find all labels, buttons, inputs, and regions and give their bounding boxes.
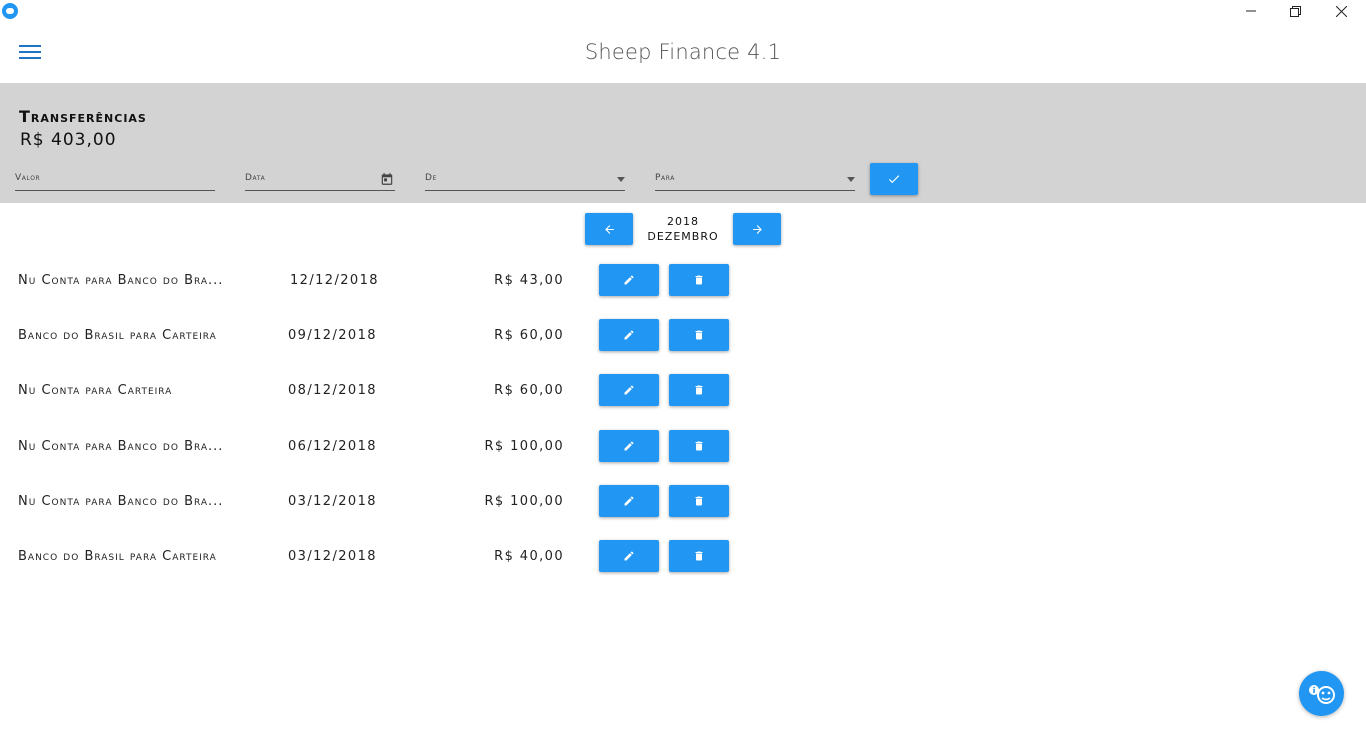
edit-button[interactable]: [599, 264, 659, 296]
chevron-down-icon: [847, 177, 855, 182]
minimize-icon: [1246, 10, 1256, 12]
date-label: Data: [245, 173, 266, 183]
app-title: Sheep Finance 4.1: [584, 40, 782, 64]
transfer-description: Banco do Brasil para Carteira: [18, 328, 217, 343]
app-logo-icon: [2, 3, 18, 19]
pencil-icon: [624, 441, 634, 451]
arrow-right-icon: [752, 224, 762, 234]
total-amount: R$ 403,00: [20, 130, 117, 150]
trash-icon: [695, 551, 703, 561]
next-month-button[interactable]: [733, 213, 781, 245]
transfer-date: 06/12/2018: [288, 439, 377, 454]
trash-icon: [695, 496, 703, 506]
transfer-date: 03/12/2018: [288, 494, 377, 509]
period-month: DEZEMBRO: [647, 230, 719, 243]
from-account-select[interactable]: De: [425, 167, 625, 191]
transfer-amount: R$ 43,00: [494, 273, 564, 288]
restore-icon: [1289, 5, 1301, 17]
edit-button[interactable]: [599, 485, 659, 517]
restore-button[interactable]: [1272, 0, 1318, 22]
transfer-amount: R$ 40,00: [494, 549, 564, 564]
transfer-amount: R$ 100,00: [484, 494, 564, 509]
pencil-icon: [624, 496, 634, 506]
transfer-date: 09/12/2018: [288, 328, 377, 343]
transfer-date: 03/12/2018: [288, 549, 377, 564]
minimize-button[interactable]: [1228, 0, 1274, 22]
edit-button[interactable]: [599, 374, 659, 406]
about-fab-button[interactable]: [1299, 671, 1344, 716]
transfer-description: Nu Conta para Banco do Bra...: [18, 494, 224, 509]
transfer-description: Nu Conta para Carteira: [18, 383, 173, 398]
date-input[interactable]: Data: [245, 167, 395, 191]
delete-button[interactable]: [669, 430, 729, 462]
period-label: 2018 DEZEMBRO: [633, 214, 733, 244]
transfer-amount: R$ 100,00: [484, 439, 564, 454]
transfer-description: Nu Conta para Banco do Bra...: [18, 439, 224, 454]
check-icon: [888, 175, 900, 184]
page-title: Transferências: [19, 107, 147, 126]
delete-button[interactable]: [669, 319, 729, 351]
close-button[interactable]: [1318, 0, 1364, 22]
arrow-left-icon: [604, 224, 614, 234]
transfer-row: Nu Conta para Carteira 08/12/2018 R$ 60,…: [0, 374, 760, 406]
transfer-date: 12/12/2018: [290, 273, 379, 288]
delete-button[interactable]: [669, 485, 729, 517]
sheep-info-icon: [1308, 684, 1335, 704]
valor-input[interactable]: Valor: [15, 167, 215, 191]
delete-button[interactable]: [669, 374, 729, 406]
transfer-description: Nu Conta para Banco do Bra...: [18, 273, 224, 288]
period-year: 2018: [667, 215, 699, 228]
pencil-icon: [624, 551, 634, 561]
calendar-icon[interactable]: [380, 172, 394, 186]
transfer-date: 08/12/2018: [288, 383, 377, 398]
transfer-description: Banco do Brasil para Carteira: [18, 549, 217, 564]
delete-button[interactable]: [669, 264, 729, 296]
transfer-amount: R$ 60,00: [494, 383, 564, 398]
transfer-row: Nu Conta para Banco do Bra... 03/12/2018…: [0, 485, 760, 517]
valor-label: Valor: [15, 173, 41, 183]
trash-icon: [695, 385, 703, 395]
transfer-row: Nu Conta para Banco do Bra... 12/12/2018…: [0, 264, 760, 296]
transfer-row: Banco do Brasil para Carteira 03/12/2018…: [0, 540, 760, 572]
edit-button[interactable]: [599, 540, 659, 572]
trash-icon: [695, 441, 703, 451]
confirm-button[interactable]: [870, 163, 918, 195]
to-account-select[interactable]: Para: [655, 167, 855, 191]
transfer-form-panel: Transferências R$ 403,00 Valor Data De P…: [0, 83, 1366, 203]
chevron-down-icon: [617, 177, 625, 182]
edit-button[interactable]: [599, 430, 659, 462]
transfer-row: Nu Conta para Banco do Bra... 06/12/2018…: [0, 430, 760, 462]
edit-button[interactable]: [599, 319, 659, 351]
from-label: De: [425, 173, 437, 183]
previous-month-button[interactable]: [585, 213, 633, 245]
window-titlebar: [0, 0, 1366, 22]
to-label: Para: [655, 173, 675, 183]
pencil-icon: [624, 385, 634, 395]
pencil-icon: [624, 330, 634, 340]
transfer-row: Banco do Brasil para Carteira 09/12/2018…: [0, 319, 760, 351]
trash-icon: [695, 330, 703, 340]
pencil-icon: [624, 275, 634, 285]
delete-button[interactable]: [669, 540, 729, 572]
transfer-amount: R$ 60,00: [494, 328, 564, 343]
close-icon: [1335, 5, 1347, 17]
trash-icon: [695, 275, 703, 285]
